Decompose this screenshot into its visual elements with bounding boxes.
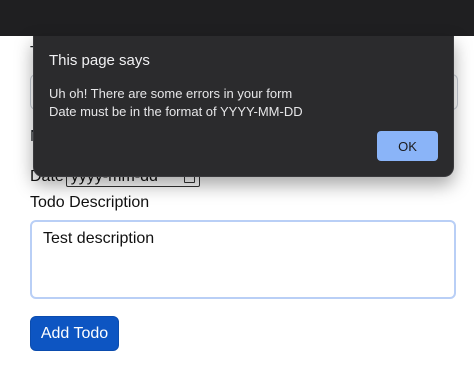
todo-description-textarea[interactable]: Test description xyxy=(30,220,456,299)
ok-button[interactable]: OK xyxy=(377,131,438,161)
dialog-message: Uh oh! There are some errors in your for… xyxy=(49,86,303,119)
alert-dialog: This page says Uh oh! There are some err… xyxy=(33,36,454,177)
browser-top-bar xyxy=(0,0,474,36)
dialog-title: This page says xyxy=(49,52,150,69)
add-todo-button[interactable]: Add Todo xyxy=(30,316,119,351)
todo-description-label: Todo Description xyxy=(30,194,150,211)
